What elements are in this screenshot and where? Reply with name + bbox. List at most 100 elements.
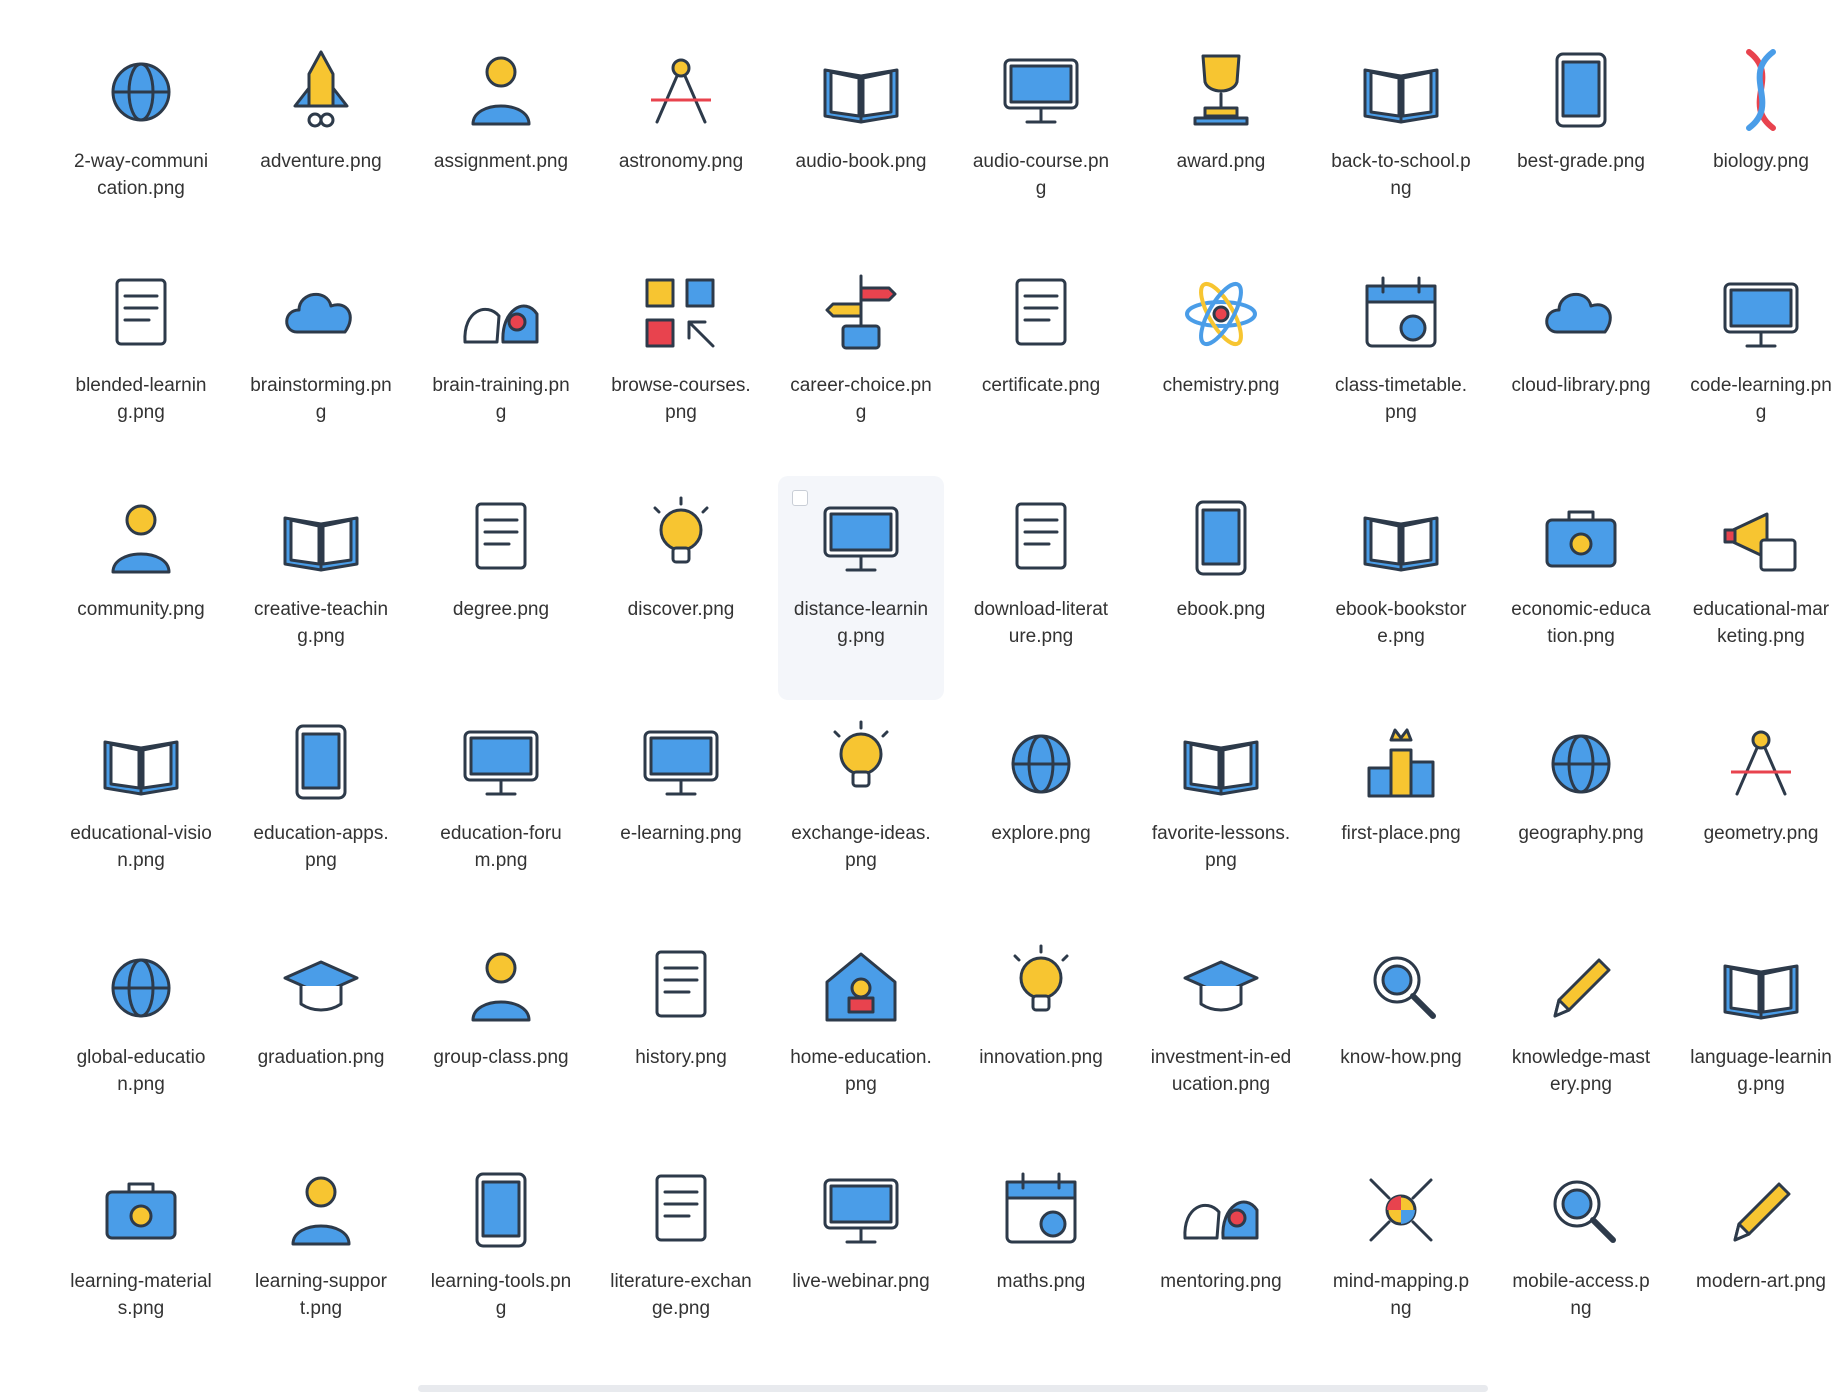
file-item[interactable]: maths.png xyxy=(958,1148,1124,1372)
file-item[interactable]: learning-support.png xyxy=(238,1148,404,1372)
file-item[interactable]: exchange-ideas.png xyxy=(778,700,944,924)
book-magnifier-icon xyxy=(1353,938,1449,1034)
file-item[interactable]: audio-course.png xyxy=(958,28,1124,252)
document-download-icon xyxy=(993,490,1089,586)
code-laptop-icon xyxy=(1713,266,1809,362)
file-name: community.png xyxy=(77,599,205,620)
file-name: group-class.png xyxy=(433,1047,569,1068)
file-item[interactable]: economic-education.png xyxy=(1498,476,1664,700)
2-way-communication-icon xyxy=(93,42,189,138)
rocket-icon xyxy=(273,42,369,138)
file-item[interactable]: investment-in-education.png xyxy=(1138,924,1304,1148)
file-item[interactable]: history.png xyxy=(598,924,764,1148)
file-item[interactable]: educational-vision.png xyxy=(58,700,224,924)
file-item[interactable]: geometry.png xyxy=(1678,700,1839,924)
book-bulb-icon xyxy=(273,490,369,586)
file-item[interactable]: favorite-lessons.png xyxy=(1138,700,1304,924)
file-item[interactable]: cloud-library.png xyxy=(1498,252,1664,476)
file-name: explore.png xyxy=(991,823,1091,844)
file-item[interactable]: first-place.png xyxy=(1318,700,1484,924)
file-name: innovation.png xyxy=(979,1047,1103,1068)
scroll-column-icon xyxy=(633,938,729,1034)
globe-compass-icon xyxy=(1533,714,1629,810)
file-item[interactable]: career-choice.png xyxy=(778,252,944,476)
file-item[interactable]: knowledge-mastery.png xyxy=(1498,924,1664,1148)
file-item[interactable]: ebook.png xyxy=(1138,476,1304,700)
select-checkbox[interactable] xyxy=(792,490,808,506)
file-name: creative-teaching.png xyxy=(253,599,389,647)
file-item[interactable]: ebook-bookstore.png xyxy=(1318,476,1484,700)
blended-learning-icon xyxy=(93,266,189,362)
globe-books-icon xyxy=(993,714,1089,810)
file-name: knowledge-mastery.png xyxy=(1511,1047,1651,1095)
certificate-icon xyxy=(993,266,1089,362)
book-vision-icon xyxy=(93,714,189,810)
file-item[interactable]: assignment.png xyxy=(418,28,584,252)
file-item[interactable]: global-education.png xyxy=(58,924,224,1148)
file-item[interactable]: education-apps.png xyxy=(238,700,404,924)
file-item[interactable]: graduation.png xyxy=(238,924,404,1148)
file-name: audio-book.png xyxy=(795,151,927,172)
file-name: biology.png xyxy=(1713,151,1809,172)
file-item[interactable]: astronomy.png xyxy=(598,28,764,252)
file-name: investment-in-education.png xyxy=(1150,1047,1292,1095)
file-item[interactable]: learning-materials.png xyxy=(58,1148,224,1372)
file-item[interactable]: education-forum.png xyxy=(418,700,584,924)
file-item[interactable]: brain-training.png xyxy=(418,252,584,476)
file-item[interactable]: code-learning.png xyxy=(1678,252,1839,476)
file-item[interactable]: community.png xyxy=(58,476,224,700)
file-item[interactable]: award.png xyxy=(1138,28,1304,252)
file-item[interactable]: blended-learning.png xyxy=(58,252,224,476)
file-name: cloud-library.png xyxy=(1511,375,1651,396)
horizontal-scrollbar[interactable] xyxy=(418,1385,1488,1392)
file-name: graduation.png xyxy=(257,1047,385,1068)
audio-book-icon xyxy=(813,42,909,138)
file-item[interactable]: chemistry.png xyxy=(1138,252,1304,476)
file-name: modern-art.png xyxy=(1696,1271,1826,1292)
reader-question-icon xyxy=(273,1162,369,1258)
community-icon xyxy=(93,490,189,586)
file-name: live-webinar.png xyxy=(792,1271,930,1292)
file-item[interactable]: modern-art.png xyxy=(1678,1148,1839,1372)
file-item[interactable]: biology.png xyxy=(1678,28,1839,252)
file-name: best-grade.png xyxy=(1517,151,1645,172)
file-item[interactable]: e-learning.png xyxy=(598,700,764,924)
file-item[interactable]: home-education.png xyxy=(778,924,944,1148)
file-item[interactable]: learning-tools.png xyxy=(418,1148,584,1372)
file-name: educational-marketing.png xyxy=(1692,599,1830,647)
file-item[interactable]: explore.png xyxy=(958,700,1124,924)
file-item[interactable]: group-class.png xyxy=(418,924,584,1148)
file-item[interactable]: live-webinar.png xyxy=(778,1148,944,1372)
file-item[interactable]: adventure.png xyxy=(238,28,404,252)
file-item[interactable]: discover.png xyxy=(598,476,764,700)
file-item[interactable]: distance-learning.png xyxy=(778,476,944,700)
file-name: maths.png xyxy=(996,1271,1086,1292)
file-item[interactable]: mentoring.png xyxy=(1138,1148,1304,1372)
file-item[interactable]: browse-courses.png xyxy=(598,252,764,476)
file-item[interactable]: mobile-access.png xyxy=(1498,1148,1664,1372)
laptop-webinar-icon xyxy=(813,1162,909,1258)
file-item[interactable]: degree.png xyxy=(418,476,584,700)
file-item[interactable]: back-to-school.png xyxy=(1318,28,1484,252)
globe-cap-icon xyxy=(93,938,189,1034)
file-item[interactable]: certificate.png xyxy=(958,252,1124,476)
documents-exchange-icon xyxy=(633,1162,729,1258)
file-item[interactable]: 2-way-communication.png xyxy=(58,28,224,252)
mind-map-icon xyxy=(1353,1162,1449,1258)
file-item[interactable]: class-timetable.png xyxy=(1318,252,1484,476)
file-name: learning-support.png xyxy=(254,1271,388,1319)
file-item[interactable]: know-how.png xyxy=(1318,924,1484,1148)
file-item[interactable]: innovation.png xyxy=(958,924,1124,1148)
file-item[interactable]: language-learning.png xyxy=(1678,924,1839,1148)
file-item[interactable]: best-grade.png xyxy=(1498,28,1664,252)
file-item[interactable]: creative-teaching.png xyxy=(238,476,404,700)
browser-book-icon xyxy=(1353,490,1449,586)
file-item[interactable]: brainstorming.png xyxy=(238,252,404,476)
file-name: learning-materials.png xyxy=(70,1271,212,1319)
file-item[interactable]: download-literature.png xyxy=(958,476,1124,700)
file-item[interactable]: audio-book.png xyxy=(778,28,944,252)
file-item[interactable]: mind-mapping.png xyxy=(1318,1148,1484,1372)
file-item[interactable]: literature-exchange.png xyxy=(598,1148,764,1372)
file-item[interactable]: geography.png xyxy=(1498,700,1664,924)
file-item[interactable]: educational-marketing.png xyxy=(1678,476,1839,700)
